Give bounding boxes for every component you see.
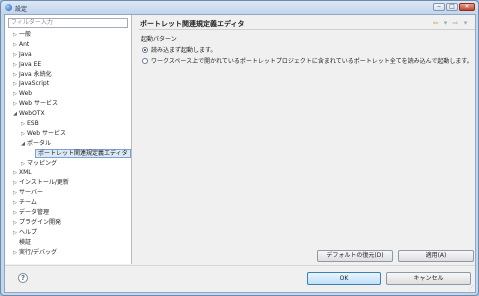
apply-button[interactable]: 適用(A) bbox=[398, 250, 474, 262]
tree-item-label: Java EE bbox=[19, 60, 42, 68]
tree-item[interactable]: ▷ Java EE bbox=[5, 60, 132, 70]
preferences-window: 設定 ‒ □ ✕ フィルター入力 ▷ 一般 ▷ Ant ▷ Java ▷ Java EE ▷ Ja… bbox=[0, 0, 479, 296]
forward-arrow-icon[interactable]: ⇨ bbox=[452, 19, 459, 27]
resize-grip-icon[interactable]: ⋰ bbox=[469, 285, 474, 291]
radio-no-load[interactable] bbox=[142, 46, 148, 53]
tree-item[interactable]: ▷ チーム bbox=[5, 198, 132, 208]
tree-item-label: ヘルプ bbox=[19, 228, 38, 236]
tree-item[interactable]: ▷ マッピング bbox=[5, 159, 132, 169]
tree-item-label: WebOTX bbox=[19, 110, 45, 118]
tree-item[interactable]: ▷ Ant bbox=[5, 40, 132, 50]
tree-item-label: Web サービス bbox=[19, 100, 58, 108]
tree-item-label: サーバー bbox=[19, 189, 43, 197]
tree-item[interactable]: ▷ プラグイン開発 bbox=[5, 218, 132, 228]
tree-item[interactable]: ▷ データ管理 bbox=[5, 208, 132, 218]
window-controls: ‒ □ ✕ bbox=[433, 3, 475, 11]
tree-item-label: プラグイン開発 bbox=[19, 218, 62, 226]
maximize-button[interactable]: □ bbox=[446, 3, 458, 11]
tree-item[interactable]: ◢ ポータル bbox=[5, 139, 132, 149]
option-no-load-label: 読み込まず起動します。 bbox=[151, 47, 217, 54]
expand-toggle-icon[interactable]: ▷ bbox=[11, 249, 19, 259]
tree-item-label: Web サービス bbox=[27, 129, 66, 137]
history-nav: ⇦ ▾ ⇨ ▾ bbox=[432, 19, 469, 27]
close-button[interactable]: ✕ bbox=[459, 3, 475, 11]
window-title: 設定 bbox=[15, 6, 28, 13]
tree-item[interactable]: ▷ Java bbox=[5, 50, 132, 60]
radio-load-all[interactable] bbox=[142, 57, 148, 64]
tree-item[interactable]: ▷ 実行/デバッグ bbox=[5, 248, 132, 258]
filter-input[interactable]: フィルター入力 bbox=[8, 18, 128, 28]
option-no-load[interactable]: 読み込まず起動します。 bbox=[142, 45, 216, 54]
title-divider bbox=[139, 29, 475, 30]
tree-item[interactable]: ▷ XML bbox=[5, 168, 132, 178]
tree-item-label: Java 永続化 bbox=[19, 70, 52, 78]
tree-item-label: JavaScript bbox=[19, 80, 50, 88]
page-title: ポートレット関連規定義エディタ bbox=[140, 20, 245, 28]
tree-item[interactable]: ▷ Web サービス bbox=[5, 129, 132, 139]
app-icon bbox=[5, 4, 12, 11]
forward-menu-icon[interactable]: ▾ bbox=[462, 19, 469, 27]
preference-page: ポートレット関連規定義エディタ ⇦ ▾ ⇨ ▾ 起動パターン 読み込まず起動しま… bbox=[133, 15, 475, 264]
tree-item[interactable]: ▷ JavaScript bbox=[5, 79, 132, 89]
preferences-sidebar: フィルター入力 ▷ 一般 ▷ Ant ▷ Java ▷ Java EE ▷ Java 永続化 ▷ Ja… bbox=[5, 15, 132, 264]
footer-divider bbox=[5, 265, 475, 266]
tree-item-label: XML bbox=[19, 169, 32, 177]
tree-item-label: 検証 bbox=[19, 238, 32, 246]
tree-item-label: ESB bbox=[27, 120, 39, 128]
option-load-all-label: ワークスペース上で開かれているポートレットプロジェクトに含まれているポートレット… bbox=[151, 58, 473, 65]
preferences-tree: ▷ 一般 ▷ Ant ▷ Java ▷ Java EE ▷ Java 永続化 ▷ JavaScript… bbox=[5, 30, 132, 257]
tree-item[interactable]: ポートレット関連規定義エディタ bbox=[5, 148, 132, 159]
tree-item-label: チーム bbox=[19, 199, 37, 207]
ok-button[interactable]: OK bbox=[307, 272, 381, 285]
tree-item[interactable]: ◢ WebOTX bbox=[5, 109, 132, 119]
tree-item-label: Web bbox=[19, 90, 33, 98]
tree-item[interactable]: ▷ Web bbox=[5, 89, 132, 99]
tree-item[interactable]: ▷ インストール/更新 bbox=[5, 178, 132, 188]
back-menu-icon[interactable]: ▾ bbox=[442, 19, 449, 27]
minimize-button[interactable]: ‒ bbox=[433, 3, 445, 11]
title-bar[interactable]: 設定 ‒ □ ✕ bbox=[1, 1, 478, 14]
tree-item-label: 実行/デバッグ bbox=[19, 248, 58, 256]
tree-item-label: ポータル bbox=[27, 139, 52, 147]
tree-item[interactable]: ▷ サーバー bbox=[5, 188, 132, 198]
tree-item-label: 一般 bbox=[19, 31, 32, 38]
help-icon[interactable]: ? bbox=[18, 273, 28, 283]
dialog-client: フィルター入力 ▷ 一般 ▷ Ant ▷ Java ▷ Java EE ▷ Java 永続化 ▷ Ja… bbox=[4, 14, 476, 293]
tree-item-label: Java bbox=[19, 50, 32, 58]
tree-item[interactable]: ▷ Java 永続化 bbox=[5, 70, 132, 80]
back-arrow-icon[interactable]: ⇦ bbox=[432, 19, 439, 27]
tree-item[interactable]: ▷ ESB bbox=[5, 119, 132, 129]
startup-pattern-label: 起動パターン bbox=[141, 36, 177, 43]
tree-item-label: Ant bbox=[19, 40, 30, 48]
tree-item-label: ポートレット関連規定義エディタ bbox=[35, 148, 131, 158]
tree-item[interactable]: ▷ 一般 bbox=[5, 30, 132, 40]
tree-item-label: インストール/更新 bbox=[19, 179, 69, 187]
tree-item[interactable]: ▷ ヘルプ bbox=[5, 228, 132, 238]
restore-defaults-button[interactable]: デフォルトの復元(D) bbox=[317, 250, 393, 262]
tree-item-label: データ管理 bbox=[19, 209, 50, 217]
option-load-all[interactable]: ワークスペース上で開かれているポートレットプロジェクトに含まれているポートレット… bbox=[142, 56, 473, 65]
tree-item-label: マッピング bbox=[27, 159, 58, 167]
tree-item[interactable]: ▷ Web サービス bbox=[5, 99, 132, 109]
cancel-button[interactable]: キャンセル bbox=[386, 272, 471, 285]
tree-item[interactable]: 検証 bbox=[5, 238, 132, 248]
